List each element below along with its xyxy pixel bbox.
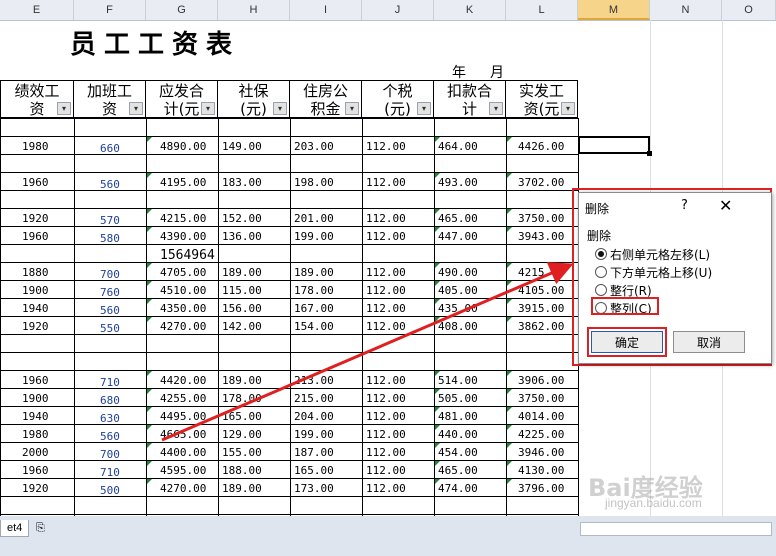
help-icon[interactable]: ?	[681, 198, 688, 213]
arrow-to-dialog	[161, 262, 574, 442]
dialog-titlebar: 删除 ? ✕	[579, 193, 771, 223]
option-shift-left[interactable]: 右侧单元格左移(L)	[595, 246, 710, 263]
horizontal-scrollbar[interactable]	[580, 522, 772, 536]
radio-icon	[595, 248, 607, 260]
delete-dialog: 删除 ? ✕ 删除 右侧单元格左移(L) 下方单元格上移(U) 整行(R) 整列…	[578, 192, 772, 364]
dialog-group-label: 删除	[587, 229, 612, 243]
sheet-tab[interactable]: et4	[0, 520, 30, 537]
option-label: 右侧单元格左移(L)	[610, 248, 711, 262]
option-highlight	[591, 297, 659, 315]
radio-icon	[595, 266, 607, 278]
cancel-button[interactable]: 取消	[673, 331, 745, 353]
spreadsheet[interactable]: E F G H I J K L M N O 员工工资表 年 月 绩效工资 ▾ 加…	[0, 0, 776, 516]
option-shift-up[interactable]: 下方单元格上移(U)	[595, 264, 712, 281]
sheet-tab-bar: et4 ⎘	[0, 516, 776, 556]
new-sheet-icon[interactable]: ⎘	[36, 521, 45, 535]
radio-icon	[595, 284, 607, 296]
close-icon[interactable]: ✕	[719, 196, 732, 215]
watermark-url: jingyan.baidu.com	[605, 496, 702, 510]
option-label: 下方单元格上移(U)	[610, 266, 713, 280]
dialog-title: 删除	[585, 202, 610, 216]
ok-highlight	[587, 327, 667, 357]
option-label: 整行(R)	[610, 284, 652, 298]
